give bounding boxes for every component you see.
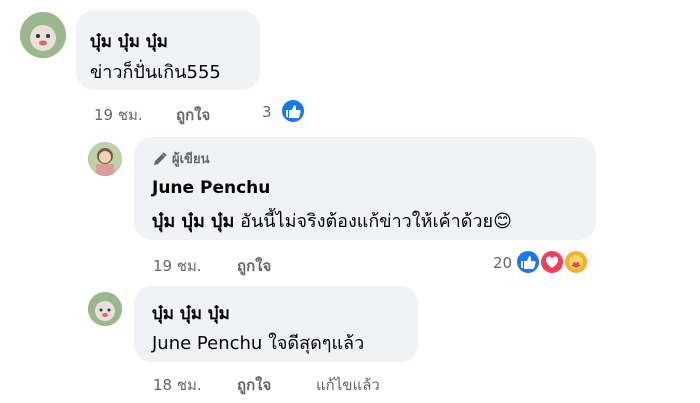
like-button[interactable]: ถูกใจ [237, 373, 271, 397]
like-button[interactable]: ถูกใจ [237, 254, 271, 278]
comment-text: ใจดีสุดๆแล้ว [268, 333, 365, 354]
comment-author[interactable]: บุ๋ม บุ๋ม บุ๋ม [152, 300, 230, 327]
avatar[interactable] [88, 292, 122, 326]
avatar[interactable] [20, 12, 66, 58]
smile-emoji-icon: 😊 [493, 211, 512, 232]
mention-link[interactable]: June Penchu [152, 333, 262, 354]
comment-text: ข่าวก็ปั่นเกิน555 [90, 62, 221, 83]
author-badge: ผู้เขียน [152, 148, 209, 169]
avatar-image [20, 12, 66, 58]
edited-label[interactable]: แก้ไขแล้ว [316, 373, 380, 397]
comment-text: อันนี้ไม่จริงต้องแก้ข่าวให้เค้าด้วย [240, 211, 494, 232]
avatar[interactable] [88, 142, 122, 176]
comment-text-row: บุ๋ม บุ๋ม บุ๋ม อันนี้ไม่จริงต้องแก้ข่าวใ… [152, 206, 512, 235]
comment-text-row: June Penchu ใจดีสุดๆแล้ว [152, 328, 364, 357]
like-button[interactable]: ถูกใจ [176, 103, 210, 127]
comment-author[interactable]: บุ๋ม บุ๋ม บุ๋ม [90, 28, 168, 55]
comment-time[interactable]: 19 ชม. [153, 254, 202, 278]
comment-author[interactable]: June Penchu [152, 178, 270, 198]
reaction-count[interactable]: 20 [493, 254, 512, 272]
reaction-count[interactable]: 3 [262, 103, 272, 121]
avatar-image [88, 142, 122, 176]
like-reaction-icon[interactable] [280, 98, 306, 124]
care-reaction-icon[interactable] [563, 249, 589, 275]
like-reaction-icon[interactable] [515, 249, 541, 275]
pencil-icon [154, 151, 167, 165]
comment-time[interactable]: 18 ชม. [153, 373, 202, 397]
mention-link[interactable]: บุ๋ม บุ๋ม บุ๋ม [152, 211, 234, 232]
comment-time[interactable]: 19 ชม. [94, 103, 143, 127]
love-reaction-icon[interactable] [539, 249, 565, 275]
author-badge-label: ผู้เขียน [172, 152, 210, 167]
avatar-image [88, 292, 122, 326]
